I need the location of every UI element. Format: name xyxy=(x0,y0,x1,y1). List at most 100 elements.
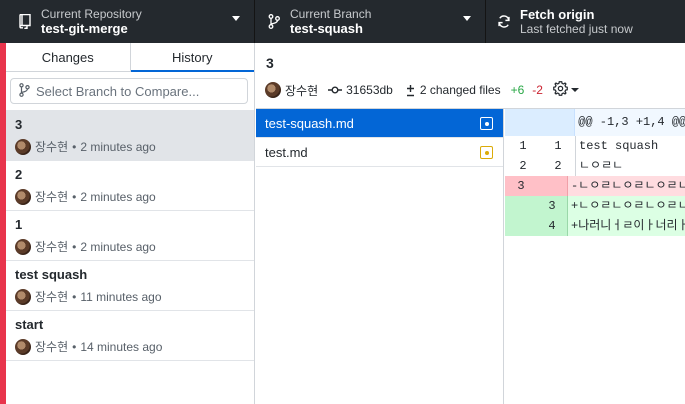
commit-time: 2 minutes ago xyxy=(80,239,156,254)
meta-separator: • xyxy=(72,189,77,204)
commit-title: 3 xyxy=(15,117,23,132)
branch-icon xyxy=(267,14,281,30)
avatar xyxy=(15,288,31,305)
diff-settings-button[interactable] xyxy=(553,81,579,99)
diff-view[interactable]: @@ -1,3 +1,4 @@ 1 1 test squash 2 2 ㄴㅇㄹㄴ… xyxy=(505,109,685,404)
fetch-origin-button[interactable]: Fetch origin Last fetched just now xyxy=(486,0,685,43)
avatar xyxy=(15,138,31,155)
diff-icon xyxy=(405,84,416,97)
file-name: test-squash.md xyxy=(265,115,354,131)
new-line-number: 1 xyxy=(541,136,576,156)
commit-sha[interactable]: 31653db xyxy=(346,83,393,97)
avatar xyxy=(15,238,31,255)
commit-title: test squash xyxy=(15,267,88,282)
commit-meta: 장수현 • 2 minutes ago xyxy=(15,138,244,155)
repository-label: Current Repository xyxy=(41,7,142,21)
tab-history[interactable]: History xyxy=(129,43,255,72)
sidebar-tabs: Changes History xyxy=(6,43,254,72)
toolbar: Current Repository test-git-merge Curren… xyxy=(0,0,685,43)
diff-line-text: test squash xyxy=(579,139,659,153)
commit-author: 장수현 xyxy=(285,83,319,98)
commit-title: 2 xyxy=(15,167,23,182)
diff-line-deleted[interactable]: 3 -ㄴㅇㄹㄴㅇㄹㄴㅇㄹㄴㅇ xyxy=(505,176,685,196)
chevron-down-icon xyxy=(570,88,579,92)
commit-time: 2 minutes ago xyxy=(80,139,156,154)
diff-line-text: +ㄴㅇㄹㄴㅇㄹㄴㅇㄹㄴㅇ xyxy=(571,199,685,213)
commit-meta: 장수현 • 2 minutes ago xyxy=(15,238,244,255)
chevron-down-icon xyxy=(232,16,240,21)
commit-author: 장수현 xyxy=(35,140,69,154)
commit-list-item[interactable]: start 장수현 • 14 minutes ago xyxy=(6,311,254,361)
diff-line-text: -ㄴㅇㄹㄴㅇㄹㄴㅇㄹㄴㅇ xyxy=(571,179,685,193)
commit-author: 장수현 xyxy=(35,240,69,254)
commit-author: 장수현 xyxy=(35,190,69,204)
commit-meta: 장수현 • 11 minutes ago xyxy=(15,288,244,305)
commit-meta: 장수현 • 2 minutes ago xyxy=(15,188,244,205)
commit-list-item[interactable]: 1 장수현 • 2 minutes ago xyxy=(6,211,254,261)
commit-time: 2 minutes ago xyxy=(80,189,156,204)
git-commit-icon xyxy=(328,85,343,95)
hunk-header-text: @@ -1,3 +1,4 @@ xyxy=(578,115,685,129)
diff-line[interactable]: 1 1 test squash xyxy=(505,136,685,156)
commit-list: 3 장수현 • 2 minutes ago 2 장수현 • 2 minutes … xyxy=(6,111,254,361)
new-line-number: 2 xyxy=(541,156,576,176)
commit-meta: 장수현 • 14 minutes ago xyxy=(15,338,244,355)
old-line-number xyxy=(505,196,537,216)
old-line-number xyxy=(505,216,537,236)
new-line-number: 4 xyxy=(536,216,569,236)
branch-compare xyxy=(6,72,254,111)
changed-files-list: test-squash.md test.md xyxy=(256,109,504,404)
file-list-item[interactable]: test.md xyxy=(256,138,503,167)
last-fetched-status: Last fetched just now xyxy=(520,22,633,36)
fetch-origin-label: Fetch origin xyxy=(520,7,595,22)
commit-author: 장수현 xyxy=(35,290,69,304)
repo-icon xyxy=(18,14,32,30)
commit-time: 11 minutes ago xyxy=(80,289,162,304)
diff-hunk-header: @@ -1,3 +1,4 @@ xyxy=(505,109,685,136)
sidebar: Changes History 3 장수현 • 2 minutes ago 2 … xyxy=(6,43,255,404)
branch-icon xyxy=(19,82,30,100)
diff-line[interactable]: 2 2 ㄴㅇㄹㄴ xyxy=(505,156,685,176)
commit-list-item[interactable]: test squash 장수현 • 11 minutes ago xyxy=(6,261,254,311)
tab-changes[interactable]: Changes xyxy=(6,43,130,71)
deletions-count: -2 xyxy=(532,83,543,97)
file-name: test.md xyxy=(265,144,308,160)
branch-label: Current Branch xyxy=(290,7,372,21)
meta-separator: • xyxy=(72,339,77,354)
avatar xyxy=(15,188,31,205)
avatar xyxy=(15,338,31,355)
meta-separator: • xyxy=(72,139,77,154)
old-line-number: 1 xyxy=(519,139,527,153)
new-line-number: 3 xyxy=(536,196,569,216)
gear-icon xyxy=(553,81,568,99)
old-line-number: 2 xyxy=(519,159,527,173)
diff-line-text: +나러니ㅓㄹ이ㅏ너리ㅏ어 xyxy=(571,219,685,233)
file-modified-icon xyxy=(480,117,493,130)
file-modified-icon xyxy=(480,146,493,159)
diff-line-text: ㄴㅇㄹㄴ xyxy=(579,159,624,173)
commit-summary: 3 장수현 31653db 2 changed files +6 -2 xyxy=(256,43,685,109)
file-list-item[interactable]: test-squash.md xyxy=(256,109,503,138)
additions-count: +6 xyxy=(510,83,525,97)
chevron-down-icon xyxy=(463,16,471,21)
commit-list-item[interactable]: 2 장수현 • 2 minutes ago xyxy=(6,161,254,211)
diff-line-added[interactable]: 3 +ㄴㅇㄹㄴㅇㄹㄴㅇㄹㄴㅇ xyxy=(505,196,685,216)
meta-separator: • xyxy=(72,239,77,254)
commit-title: start xyxy=(15,317,44,332)
current-repository-button[interactable]: Current Repository test-git-merge xyxy=(0,0,255,43)
repository-name: test-git-merge xyxy=(41,21,128,36)
sync-icon xyxy=(497,14,511,30)
branch-name: test-squash xyxy=(290,21,363,36)
meta-separator: • xyxy=(72,289,77,304)
commit-time: 14 minutes ago xyxy=(80,339,163,354)
new-line-number xyxy=(536,176,569,196)
old-line-number: 3 xyxy=(505,176,537,196)
avatar xyxy=(265,82,281,98)
commit-list-item[interactable]: 3 장수현 • 2 minutes ago xyxy=(6,111,254,161)
branch-compare-box[interactable] xyxy=(10,78,248,104)
compare-branch-input[interactable] xyxy=(36,83,226,99)
commit-summary-title: 3 xyxy=(266,55,274,71)
commit-title: 1 xyxy=(15,217,23,232)
diff-line-added[interactable]: 4 +나러니ㅓㄹ이ㅏ너리ㅏ어 xyxy=(505,216,685,236)
current-branch-button[interactable]: Current Branch test-squash xyxy=(255,0,486,43)
